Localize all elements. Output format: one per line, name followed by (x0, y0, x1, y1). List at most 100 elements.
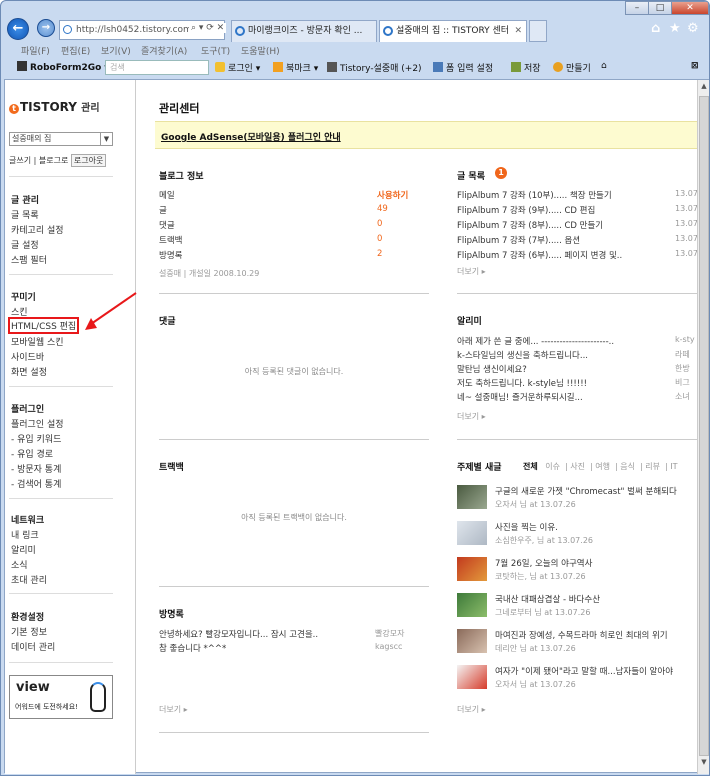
form-fill-button[interactable]: 폼 입력 설정 (433, 61, 493, 74)
topic-more-link[interactable]: 더보기 ▸ (457, 704, 486, 715)
topic-item[interactable]: 국내산 대패삼겹살 - 바다수산 (495, 593, 600, 605)
sidebar-item-spam-filter[interactable]: 스팸 필터 (11, 253, 47, 266)
post-item[interactable]: FlipAlbum 7 강좌 (9부)..... CD 편집 (457, 204, 595, 216)
menu-view[interactable]: 보기(V) (101, 44, 131, 57)
search-icon[interactable]: ⌕ ▾ ⟳ ✕ (189, 23, 227, 33)
guestbook-more-link[interactable]: 더보기 ▸ (159, 704, 188, 715)
topic-thumbnail[interactable] (457, 485, 487, 509)
tab-myrank[interactable]: 마이랭크이즈 - 방문자 확인 ... (231, 20, 377, 42)
alert-item[interactable]: 말탄님 생신이세요? (457, 363, 527, 375)
sidebar-item-html-css[interactable]: HTML/CSS 편집 (8, 317, 80, 334)
menu-help[interactable]: 도움말(H) (241, 44, 280, 57)
sidebar-item-screen-settings[interactable]: 화면 설정 (11, 365, 47, 378)
scroll-up-icon[interactable]: ▲ (699, 82, 709, 94)
tab-travel[interactable]: 여행 (595, 462, 610, 471)
sidebar-item-plugin-settings[interactable]: 플러그인 설정 (11, 417, 64, 430)
sidebar-item-category[interactable]: 카테고리 설정 (11, 223, 64, 236)
topic-item[interactable]: 구글의 새로운 가젯 "Chromecast" 벌써 분해되다 (495, 485, 677, 497)
logout-button[interactable]: 로그아웃 (70, 154, 107, 167)
tistory-logo[interactable]: t TISTORY 관리 (9, 99, 100, 114)
tistory-bookmark[interactable]: Tistory-설중매 (+2) (327, 61, 422, 74)
topic-thumbnail[interactable] (457, 629, 487, 653)
view-award-banner[interactable]: view 어워드에 도전하세요! (9, 675, 113, 719)
gear-icon[interactable]: ⚙ (687, 21, 699, 36)
write-link[interactable]: 글쓰기 (9, 156, 31, 165)
menu-edit[interactable]: 편집(E) (61, 44, 90, 57)
alert-item[interactable]: k-스타일님의 생신을 축하드립니다... (457, 349, 588, 361)
sidebar-item-my-links[interactable]: 내 링크 (11, 528, 39, 541)
trackback-count[interactable]: 0 (377, 234, 382, 244)
post-item[interactable]: FlipAlbum 7 강좌 (7부)..... 옵션 (457, 234, 580, 246)
sidebar-item-search-stats[interactable]: - 검색어 통계 (11, 477, 61, 490)
topic-item[interactable]: 사진을 찍는 이유. (495, 521, 558, 533)
topic-thumbnail[interactable] (457, 665, 487, 689)
post-item[interactable]: FlipAlbum 7 강좌 (10부)..... 책장 만들기 (457, 189, 612, 201)
alerts-more-link[interactable]: 더보기 ▸ (457, 411, 486, 422)
tab-photo[interactable]: 사진 (570, 462, 585, 471)
scroll-down-icon[interactable]: ▼ (699, 758, 709, 770)
close-tab-icon[interactable]: ✕ (514, 21, 522, 41)
back-button[interactable]: ← (7, 18, 29, 40)
close-toolbar-icon[interactable]: ⊠ (691, 61, 699, 71)
notice-link[interactable]: Google AdSense(모바일용) 플러그인 안내 (161, 130, 341, 143)
sidebar-item-alerts[interactable]: 알리미 (11, 543, 36, 556)
alert-item[interactable]: 아래 제가 쓴 글 중에... ----------------------.. (457, 335, 614, 347)
tab-tistory[interactable]: 설중매의 집 :: TISTORY 센터 ✕ (379, 20, 527, 42)
sidebar-item-mobile-skin[interactable]: 모바일웹 스킨 (11, 335, 64, 348)
alert-item[interactable]: 저도 축하드립니다. k-style님 !!!!!! (457, 377, 587, 389)
minimize-button[interactable]: – (625, 1, 649, 15)
tab-food[interactable]: 음식 (620, 462, 635, 471)
tab-all[interactable]: 전체 (523, 462, 538, 471)
blog-link[interactable]: 블로그로 (39, 156, 68, 165)
save-button[interactable]: 저장 (511, 61, 541, 74)
menu-tools[interactable]: 도구(T) (201, 44, 230, 57)
vertical-scrollbar[interactable]: ▲ ▼ (697, 80, 709, 774)
alert-item[interactable]: 네~ 설중매님! 즐거운하루되시길... (457, 391, 583, 403)
menu-favorites[interactable]: 즐겨찾기(A) (141, 44, 187, 57)
scrollbar-thumb[interactable] (699, 96, 709, 756)
guestbook-item[interactable]: 안녕하세요? 빨강모자입니다... 잠시 고견을.. (159, 628, 318, 640)
sidebar-item-sidebar[interactable]: 사이드바 (11, 350, 44, 363)
sidebar-item-basic-info[interactable]: 기본 정보 (11, 625, 47, 638)
blog-select[interactable]: 설중매의 집 ▼ (9, 132, 113, 146)
post-item[interactable]: FlipAlbum 7 강좌 (6부)..... 페이지 변경 및.. (457, 249, 622, 261)
close-window-button[interactable]: ✕ (671, 1, 709, 15)
topic-item[interactable]: 마여진과 장예성, 수목드라마 히로인 최대의 위기 (495, 629, 668, 641)
roboform-button[interactable]: RoboForm2Go ▾ (17, 61, 109, 73)
post-count[interactable]: 49 (377, 204, 388, 214)
sidebar-item-inflow-path[interactable]: - 유입 경로 (11, 447, 53, 460)
make-button[interactable]: 만들기 (553, 61, 591, 74)
mail-use-link[interactable]: 사용하기 (377, 189, 408, 201)
maximize-button[interactable]: □ (648, 1, 672, 15)
sidebar-item-invite[interactable]: 초대 관리 (11, 573, 47, 586)
home-icon[interactable]: ⌂ (651, 21, 660, 36)
home-small-icon[interactable]: ⌂ (601, 61, 607, 71)
sidebar-item-post-list[interactable]: 글 목록 (11, 208, 39, 221)
comment-count[interactable]: 0 (377, 219, 382, 229)
tab-review[interactable]: 리뷰 (645, 462, 660, 471)
topic-thumbnail[interactable] (457, 593, 487, 617)
topic-item[interactable]: 여자가 "이제 됐어"라고 말할 때...남자들이 알아야 (495, 665, 673, 677)
guestbook-count[interactable]: 2 (377, 249, 382, 259)
sidebar-item-inflow-keyword[interactable]: - 유입 키워드 (11, 432, 61, 445)
sidebar-item-visitor-stats[interactable]: - 방문자 통계 (11, 462, 61, 475)
toolbar-search-input[interactable]: 검색 (105, 60, 209, 75)
sidebar-item-data-management[interactable]: 데이터 관리 (11, 640, 55, 653)
new-tab-button[interactable] (529, 20, 547, 42)
tab-it[interactable]: IT (670, 462, 677, 471)
post-more-link[interactable]: 더보기 ▸ (457, 266, 486, 277)
forward-button[interactable]: → (37, 19, 55, 37)
tab-title: 설중매의 집 :: TISTORY 센터 (396, 26, 510, 36)
menu-file[interactable]: 파일(F) (21, 44, 50, 57)
topic-thumbnail[interactable] (457, 557, 487, 581)
topic-item[interactable]: 7월 26일, 오늘의 야구역사 (495, 557, 592, 569)
login-button[interactable]: 로그인 ▾ (215, 61, 260, 74)
bookmark-button[interactable]: 북마크 ▾ (273, 61, 318, 74)
sidebar-item-news[interactable]: 소식 (11, 558, 28, 571)
topic-thumbnail[interactable] (457, 521, 487, 545)
favorites-icon[interactable]: ★ (669, 21, 681, 36)
tab-issue[interactable]: 이슈 (545, 462, 560, 471)
post-item[interactable]: FlipAlbum 7 강좌 (8부)..... CD 만들기 (457, 219, 603, 231)
sidebar-item-post-settings[interactable]: 글 설정 (11, 238, 39, 251)
guestbook-item[interactable]: 참 좋습니다 *^^* (159, 642, 226, 654)
